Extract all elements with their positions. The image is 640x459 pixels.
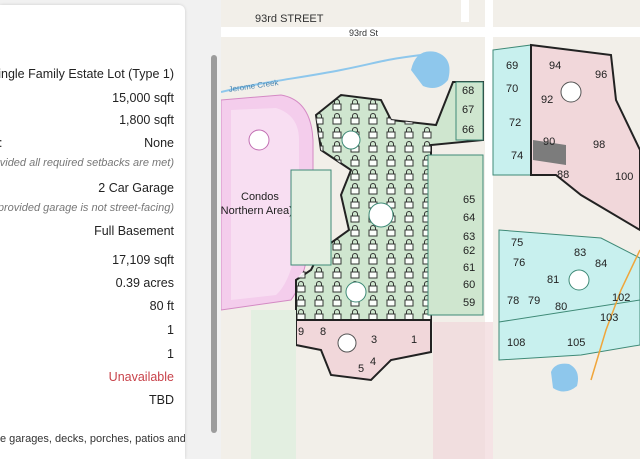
lot-67[interactable]: 67: [462, 104, 474, 116]
lot-96[interactable]: 96: [595, 69, 607, 81]
side-value: None: [144, 136, 174, 150]
northeast-cul-de-sac: [560, 81, 582, 103]
status-value: Unavailable: [108, 370, 174, 384]
pond-south: [551, 363, 578, 392]
frontage-row: 80 ft: [0, 299, 185, 319]
value2: 1: [167, 347, 174, 361]
street-stub: [461, 0, 469, 22]
lot-area-value: 17,109 sqft: [112, 253, 174, 267]
lot-72[interactable]: 72: [509, 117, 521, 129]
lot-98[interactable]: 98: [593, 139, 605, 151]
lot-68[interactable]: 68: [462, 85, 474, 97]
street-93rd: [221, 27, 640, 37]
cul-de-sac-south: [345, 281, 367, 303]
south-cul-de-sac: [337, 333, 357, 353]
site-plan-map[interactable]: 93rd STREET 93rd St Jerome Creek Condos …: [221, 0, 640, 459]
lot-76[interactable]: 76: [513, 257, 525, 269]
home-size-row: 1,800 sqft: [0, 113, 185, 133]
panel-scrollbar[interactable]: [211, 55, 217, 433]
side-label: :: [0, 136, 2, 150]
lot-108[interactable]: 108: [507, 337, 525, 349]
lot-8[interactable]: 8: [320, 326, 326, 338]
garage-row: 2 Car Garage: [0, 181, 185, 201]
lot-type-value: Single Family Estate Lot (Type 1): [0, 67, 174, 81]
condo-label: Condos: [241, 191, 279, 203]
lot-size-value: 15,000 sqft: [112, 91, 174, 105]
acres-value: 0.39 acres: [115, 276, 174, 290]
acres-row: 0.39 acres: [0, 276, 185, 296]
lot-size-row: 15,000 sqft: [0, 91, 185, 111]
lot-65[interactable]: 65: [463, 194, 475, 206]
basement-row: Full Basement: [0, 224, 185, 244]
south-pink-grid: [433, 322, 493, 459]
value1-row: 1: [0, 323, 185, 343]
lot-84[interactable]: 84: [595, 258, 607, 270]
lot-60[interactable]: 60: [463, 279, 475, 291]
lot-61[interactable]: 61: [463, 262, 475, 274]
lot-64[interactable]: 64: [463, 212, 475, 224]
lot-103[interactable]: 103: [600, 312, 618, 324]
garage-note: ed, provided garage is not street-facing…: [0, 202, 174, 214]
lot-59[interactable]: 59: [463, 297, 475, 309]
lot-80[interactable]: 80: [555, 301, 567, 313]
lot-9[interactable]: 9: [298, 326, 304, 338]
southwest-green-grid: [251, 310, 296, 459]
lot-type-row: Single Family Estate Lot (Type 1): [0, 67, 185, 87]
lot-62[interactable]: 62: [463, 245, 475, 257]
lot-70[interactable]: 70: [506, 83, 518, 95]
lot-79[interactable]: 79: [528, 295, 540, 307]
lot-area-row: 17,109 sqft: [0, 253, 185, 273]
lot-75[interactable]: 75: [511, 237, 523, 249]
cul-de-sac-north: [341, 130, 361, 150]
lot-105[interactable]: 105: [567, 337, 585, 349]
lot-100[interactable]: 100: [615, 171, 633, 183]
green-open-space: [290, 169, 332, 266]
status-row: Unavailable: [0, 370, 185, 390]
cul-de-sac-center: [368, 202, 394, 228]
frontage-value: 80 ft: [149, 299, 174, 313]
lot-details-panel: Single Family Estate Lot (Type 1) 15,000…: [0, 5, 185, 459]
basement-value: Full Basement: [94, 224, 174, 238]
condo-cul-de-sac: [248, 129, 270, 151]
garage-value: 2 Car Garage: [98, 181, 174, 195]
lot-69[interactable]: 69: [506, 60, 518, 72]
lot-4[interactable]: 4: [370, 356, 376, 368]
lot-74[interactable]: 74: [511, 150, 523, 162]
lot-5[interactable]: 5: [358, 363, 364, 375]
footer-note: e garages, decks, porches, patios and: [0, 433, 185, 445]
lot-78[interactable]: 78: [507, 295, 519, 307]
lot-92[interactable]: 92: [541, 94, 553, 106]
lot-81[interactable]: 81: [547, 274, 559, 286]
setback-note: (provided all required setbacks are met): [0, 157, 174, 169]
lot-1[interactable]: 1: [411, 334, 417, 346]
side-row: : None: [0, 136, 185, 156]
lot-94[interactable]: 94: [549, 60, 561, 72]
lot-83[interactable]: 83: [574, 247, 586, 259]
price-value: TBD: [149, 393, 174, 407]
price-row: TBD: [0, 393, 185, 413]
lot-88[interactable]: 88: [557, 169, 569, 181]
street-label-93rd-street: 93rd STREET: [255, 13, 324, 25]
lot-90[interactable]: 90: [543, 136, 555, 148]
value2-row: 1: [0, 347, 185, 367]
lot-3[interactable]: 3: [371, 334, 377, 346]
east-cul-de-sac: [568, 269, 590, 291]
value1: 1: [167, 323, 174, 337]
home-size-value: 1,800 sqft: [119, 113, 174, 127]
lot-102[interactable]: 102: [612, 292, 630, 304]
street-label-93rd-st: 93rd St: [349, 28, 379, 38]
lot-63[interactable]: 63: [463, 231, 475, 243]
lot-66[interactable]: 66: [462, 124, 474, 136]
condo-sublabel: (Northern Area): [221, 205, 293, 217]
